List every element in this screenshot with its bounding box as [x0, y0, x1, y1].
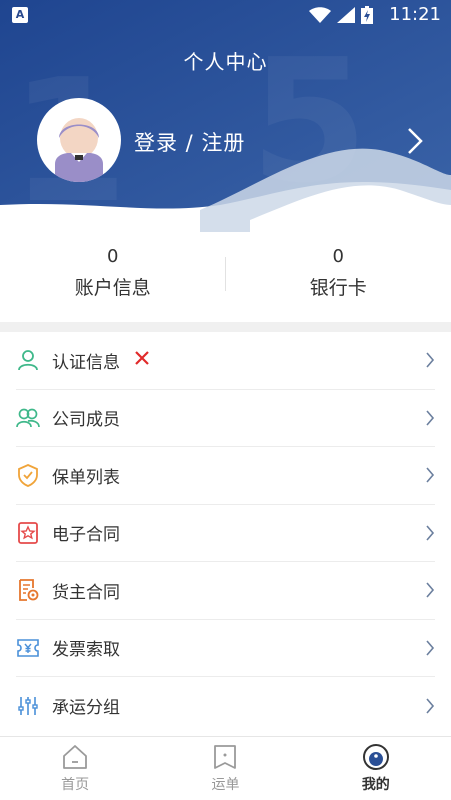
chevron-right-icon	[426, 410, 435, 426]
profile-icon	[362, 744, 389, 770]
menu-item-carrier-grouping[interactable]: 承运分组	[16, 677, 435, 735]
chevron-right-icon[interactable]	[406, 126, 424, 156]
profile-header: 1 5 A 11:21 个人中心	[0, 0, 451, 232]
stat-bank-card[interactable]: 0 银行卡	[226, 232, 451, 322]
stat-value: 0	[332, 246, 344, 267]
menu-item-company-members[interactable]: 公司成员	[16, 390, 435, 447]
status-bar: A 11:21	[0, 0, 451, 30]
bottom-tab-bar: 首页 运单 我的	[0, 736, 451, 800]
document-seal-icon	[16, 578, 40, 602]
tab-waybill[interactable]: 运单	[150, 737, 300, 800]
users-icon	[16, 406, 40, 430]
account-stats: 0 账户信息 0 银行卡	[0, 232, 451, 322]
tab-mine[interactable]: 我的	[301, 737, 451, 800]
menu-item-policy-list[interactable]: 保单列表	[16, 447, 435, 505]
chevron-right-icon	[426, 640, 435, 656]
menu-item-e-contract[interactable]: 电子合同	[16, 505, 435, 562]
menu-item-label: 公司成员	[52, 410, 120, 431]
x-mark-icon	[134, 350, 150, 370]
chevron-right-icon	[426, 698, 435, 714]
section-divider	[0, 322, 451, 332]
menu-item-label: 电子合同	[52, 525, 120, 546]
waybill-icon	[214, 745, 237, 769]
tab-home[interactable]: 首页	[0, 737, 150, 800]
chevron-right-icon	[426, 467, 435, 483]
home-icon	[63, 745, 88, 769]
menu-item-label: 货主合同	[52, 582, 120, 603]
stat-value: 0	[107, 246, 119, 267]
tab-label: 运单	[211, 777, 240, 793]
avatar[interactable]	[37, 98, 121, 182]
menu-item-shipper-contract[interactable]: 货主合同	[16, 562, 435, 620]
profile-menu: 认证信息 公司成员 保单列表 电子合同 货主合同 发票索取 承运分组	[0, 332, 451, 735]
wifi-icon	[309, 7, 331, 23]
menu-item-verification[interactable]: 认证信息	[16, 332, 435, 390]
login-register-link[interactable]: 登录 / 注册	[134, 127, 245, 157]
stat-label: 银行卡	[309, 277, 367, 299]
status-time: 11:21	[389, 4, 441, 25]
chevron-right-icon	[426, 352, 435, 368]
tab-label: 我的	[361, 777, 390, 793]
stat-label: 账户信息	[74, 277, 151, 299]
menu-item-label: 承运分组	[52, 698, 120, 719]
chevron-right-icon	[426, 582, 435, 598]
battery-charging-icon	[361, 6, 373, 24]
contract-star-icon	[16, 521, 40, 545]
chevron-right-icon	[426, 525, 435, 541]
user-icon	[16, 348, 40, 372]
signal-icon	[337, 7, 355, 23]
stat-account-info[interactable]: 0 账户信息	[0, 232, 226, 322]
menu-item-invoice-request[interactable]: 发票索取	[16, 620, 435, 677]
page-title: 个人中心	[183, 50, 268, 74]
menu-item-label: 认证信息	[52, 352, 120, 373]
sliders-icon	[16, 694, 40, 718]
menu-item-label: 保单列表	[52, 467, 120, 488]
app-indicator-icon: A	[12, 7, 28, 23]
tab-label: 首页	[61, 777, 90, 793]
menu-item-label: 发票索取	[52, 640, 120, 661]
stat-divider	[225, 257, 226, 291]
avatar-person-icon	[55, 118, 103, 182]
invoice-icon	[16, 636, 40, 660]
shield-check-icon	[16, 463, 40, 488]
